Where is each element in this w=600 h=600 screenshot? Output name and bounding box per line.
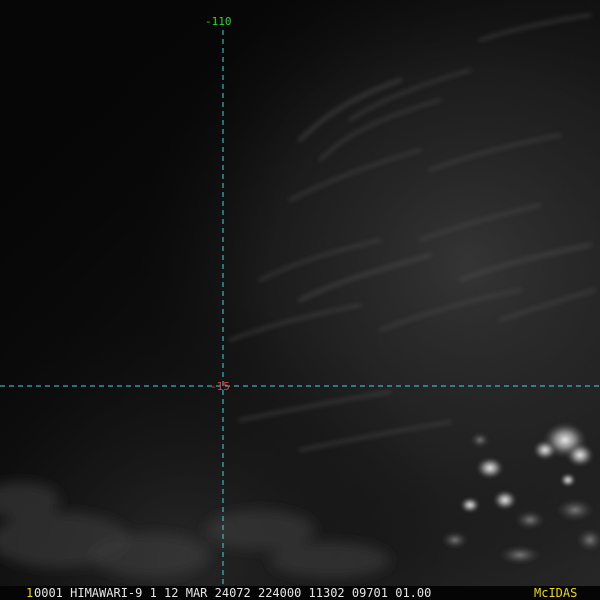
satellite-image bbox=[0, 0, 600, 586]
frame-number: 1 bbox=[26, 586, 34, 600]
mcidas-label: McIDAS bbox=[534, 586, 578, 600]
status-bar: 1 0001 HIMAWARI-9 1 12 MAR 24072 224000 … bbox=[0, 586, 600, 600]
latitude-label: -15 bbox=[210, 380, 230, 393]
image-header-text: 0001 HIMAWARI-9 1 12 MAR 24072 224000 11… bbox=[34, 586, 432, 600]
satellite-image-viewer: -110 -15 1 0001 HIMAWARI-9 1 12 MAR 2407… bbox=[0, 0, 600, 600]
longitude-label: -110 bbox=[205, 15, 232, 28]
